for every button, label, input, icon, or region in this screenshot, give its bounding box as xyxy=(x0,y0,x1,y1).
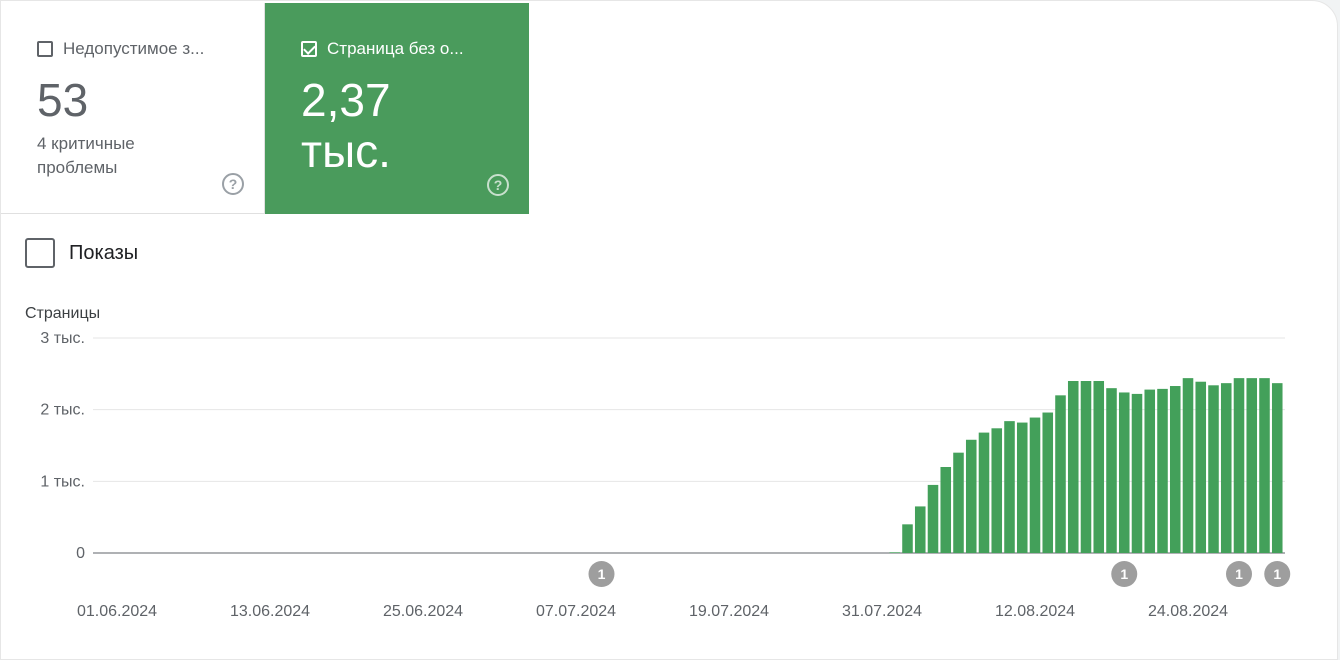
annotation-marker[interactable]: 1 xyxy=(1226,561,1252,587)
y-tick-label: 1 тыс. xyxy=(40,473,85,490)
bar[interactable] xyxy=(1016,422,1028,553)
bar[interactable] xyxy=(1233,378,1245,553)
annotation-label: 1 xyxy=(1235,566,1243,582)
performance-card: Недопустимое з... 53 4 критичные проблем… xyxy=(0,0,1338,660)
bar[interactable] xyxy=(1195,381,1207,553)
y-axis-label: Страницы xyxy=(25,305,100,322)
y-tick-label: 3 тыс. xyxy=(40,330,85,347)
bar[interactable] xyxy=(1208,385,1219,553)
bar[interactable] xyxy=(902,524,913,553)
bar[interactable] xyxy=(1157,388,1168,553)
tile-label: Недопустимое з... xyxy=(63,39,205,58)
bar[interactable] xyxy=(1080,381,1092,553)
annotation-label: 1 xyxy=(1120,566,1128,582)
bar[interactable] xyxy=(1182,378,1194,553)
tile-header: Страница без о... xyxy=(301,39,493,59)
bar[interactable] xyxy=(1271,383,1283,553)
bar[interactable] xyxy=(1144,389,1156,553)
y-tick-label: 0 xyxy=(76,545,85,562)
annotation-label: 1 xyxy=(598,566,606,582)
bar[interactable] xyxy=(927,484,939,553)
bar[interactable] xyxy=(1118,392,1130,553)
tile-value: 2,37 тыс. xyxy=(301,74,391,177)
bar[interactable] xyxy=(965,439,977,553)
annotation-marker[interactable]: 1 xyxy=(1264,561,1291,587)
bar[interactable] xyxy=(1246,378,1258,553)
bar[interactable] xyxy=(1029,417,1041,553)
tile-header: Недопустимое з... xyxy=(37,39,228,59)
tile-value: 53 xyxy=(37,74,89,126)
impressions-toggle[interactable]: Показы xyxy=(25,238,138,268)
metric-tile-invalid[interactable]: Недопустимое з... 53 4 критичные проблем… xyxy=(1,3,265,214)
toggle-label: Показы xyxy=(69,241,139,264)
bar[interactable] xyxy=(1169,386,1181,553)
annotation-marker[interactable]: 1 xyxy=(588,561,615,587)
x-axis-ticks: 01.06.2024 13.06.2024 25.06.2024 07.07.2024… xyxy=(77,603,1228,620)
y-tick-label: 2 тыс. xyxy=(40,402,85,419)
checkbox-checked-icon[interactable] xyxy=(301,41,317,57)
bars xyxy=(889,378,1283,553)
x-tick-label: 24.08.2024 xyxy=(1148,603,1228,620)
bar[interactable] xyxy=(1106,388,1117,553)
annotation-marker[interactable]: 1 xyxy=(1111,561,1138,587)
x-tick-label: 07.07.2024 xyxy=(536,603,616,620)
annotations: 1 1 1 1 xyxy=(588,561,1291,587)
y-axis-ticks: 0 1 тыс. 2 тыс. 3 тыс. xyxy=(40,330,85,562)
bar[interactable] xyxy=(991,428,1003,553)
bar-chart: 0 1 тыс. 2 тыс. 3 тыс. 01.06.2024 13.06.2024… xyxy=(25,305,1291,620)
x-tick-label: 01.06.2024 xyxy=(77,603,157,620)
bar[interactable] xyxy=(1220,383,1232,553)
bar[interactable] xyxy=(889,552,901,553)
bar[interactable] xyxy=(1131,393,1143,553)
checkbox-icon[interactable] xyxy=(25,238,55,268)
bar[interactable] xyxy=(1004,421,1015,553)
x-tick-label: 31.07.2024 xyxy=(842,603,922,620)
bar[interactable] xyxy=(1055,395,1066,553)
annotation-label: 1 xyxy=(1273,566,1281,582)
tile-label: Страница без о... xyxy=(327,39,464,58)
bar[interactable] xyxy=(1067,381,1079,553)
bar[interactable] xyxy=(1093,381,1105,553)
x-tick-label: 12.08.2024 xyxy=(995,603,1075,620)
tile-subtitle: 4 критичные проблемы xyxy=(37,133,135,177)
x-tick-label: 25.06.2024 xyxy=(383,603,463,620)
grid-lines xyxy=(93,337,1285,554)
bar[interactable] xyxy=(1042,412,1054,553)
bar[interactable] xyxy=(940,467,952,553)
bar[interactable] xyxy=(1259,378,1270,553)
checkbox-icon[interactable] xyxy=(37,41,53,57)
bar[interactable] xyxy=(953,452,964,553)
bar[interactable] xyxy=(978,432,990,553)
help-icon[interactable]: ? xyxy=(222,173,244,195)
x-tick-label: 13.06.2024 xyxy=(230,603,310,620)
metric-tile-pages[interactable]: Страница без о... 2,37 тыс. ? xyxy=(265,3,529,214)
x-tick-label: 19.07.2024 xyxy=(689,603,769,620)
help-icon[interactable]: ? xyxy=(487,174,509,196)
bar[interactable] xyxy=(914,506,926,553)
